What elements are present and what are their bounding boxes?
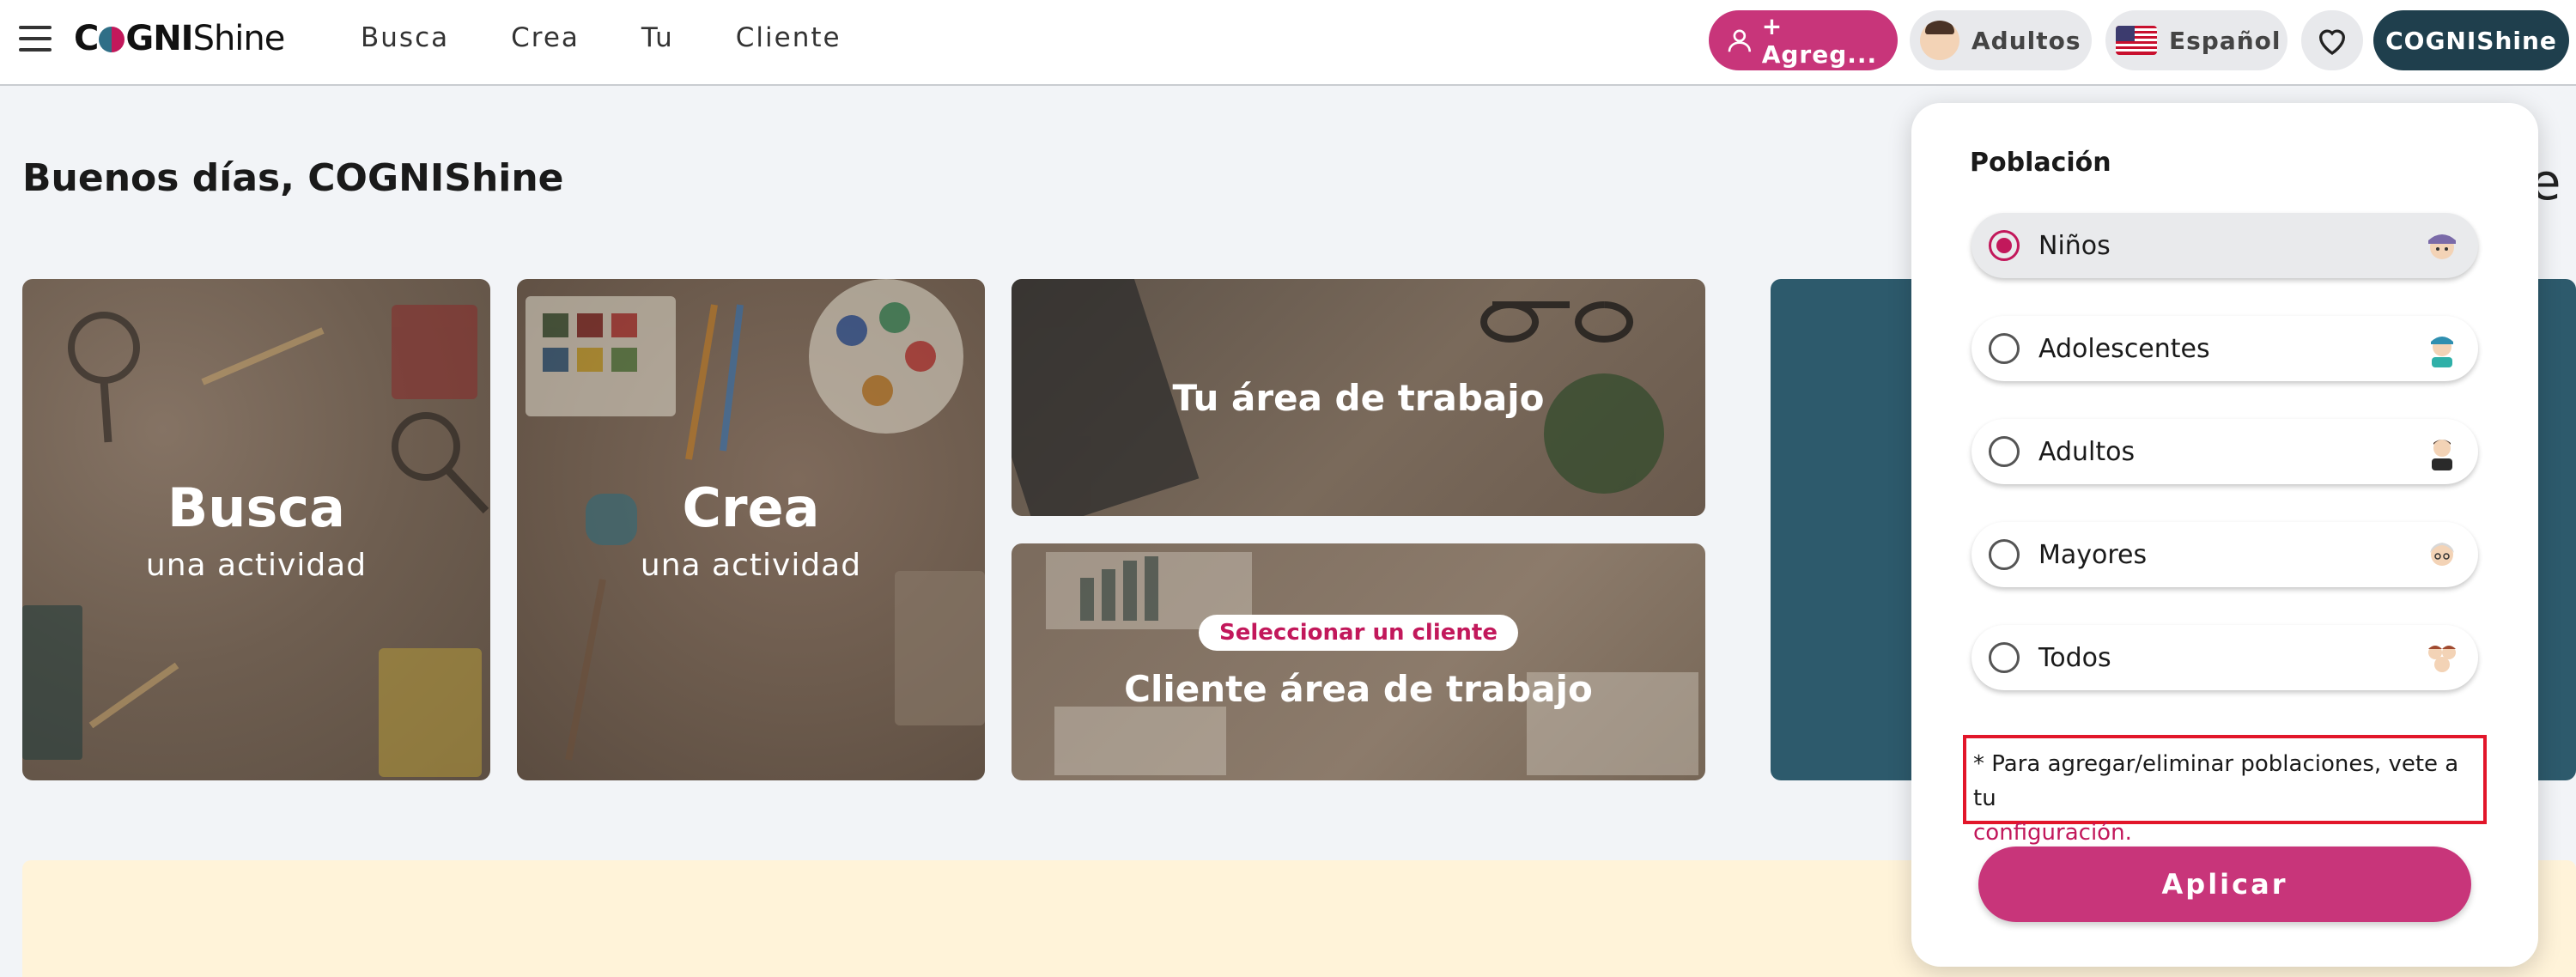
option-label: Mayores: [2038, 539, 2148, 570]
busca-card-title: Busca: [167, 476, 345, 539]
nav-busca[interactable]: Busca: [361, 22, 449, 53]
page-title: Buenos días, COGNIShine: [22, 156, 564, 200]
settings-link[interactable]: configuración.: [1973, 820, 2132, 846]
radio-button[interactable]: [1989, 539, 2020, 570]
adult-avatar-icon: [1920, 21, 1959, 60]
adult-avatar-icon: [2432, 440, 2452, 470]
person-icon: [1728, 29, 1752, 52]
crea-card-title: Crea: [682, 476, 820, 539]
workspace-card-title: Tu área de trabajo: [1172, 376, 1545, 419]
us-flag-icon: [2116, 26, 2157, 55]
option-label: Todos: [2038, 642, 2111, 673]
nav-cliente[interactable]: Cliente: [736, 22, 841, 53]
busca-card-subtitle: una actividad: [145, 548, 368, 583]
popup-title: Población: [1970, 148, 2111, 178]
population-popup: Población Niños Adolescentes Adultos May…: [1911, 103, 2538, 967]
create-activity-card[interactable]: Crea una actividad: [517, 279, 985, 780]
population-option-adolescentes[interactable]: Adolescentes: [1971, 316, 2478, 381]
population-option-ninos[interactable]: Niños: [1971, 213, 2478, 278]
language-selector-button[interactable]: Español: [2105, 10, 2287, 70]
cognishine-logo[interactable]: C GNIShine: [74, 19, 285, 58]
population-option-mayores[interactable]: Mayores: [1971, 522, 2478, 587]
population-settings-note: * Para agregar/eliminar poblaciones, vet…: [1963, 735, 2487, 846]
main-nav: Busca Crea Tu Cliente: [361, 22, 903, 53]
client-card-title: Cliente área de trabajo: [1124, 667, 1593, 710]
favorites-button[interactable]: [2301, 10, 2363, 70]
nav-tu[interactable]: Tu: [641, 22, 674, 53]
note-text: * Para agregar/eliminar poblaciones, vet…: [1973, 751, 2459, 811]
radio-button[interactable]: [1989, 436, 2020, 467]
option-label: Niños: [2038, 230, 2111, 261]
menu-icon[interactable]: [19, 26, 52, 53]
teen-avatar-icon: [2431, 337, 2453, 367]
user-account-button[interactable]: COGNIShine: [2373, 10, 2569, 70]
apply-button[interactable]: Aplicar: [1978, 847, 2471, 922]
heart-icon: [2318, 29, 2346, 55]
senior-avatar-icon: [2430, 543, 2454, 566]
child-avatar-icon: [2428, 234, 2456, 259]
radio-button-selected[interactable]: [1989, 230, 2020, 261]
group-avatar-icon: [2428, 646, 2456, 672]
crea-card-subtitle: una actividad: [640, 548, 862, 583]
population-option-todos[interactable]: Todos: [1971, 625, 2478, 690]
client-workspace-card[interactable]: Seleccionar un cliente Cliente área de t…: [1012, 543, 1705, 780]
logo-circle-icon: [99, 27, 125, 52]
select-client-badge[interactable]: Seleccionar un cliente: [1199, 614, 1518, 651]
option-label: Adultos: [2038, 436, 2136, 467]
top-header: C GNIShine Busca Crea Tu Cliente + Agreg.…: [0, 0, 2576, 86]
radio-button[interactable]: [1989, 333, 2020, 364]
population-selector-button[interactable]: Adultos: [1910, 10, 2092, 70]
workspace-card[interactable]: Tu área de trabajo: [1012, 279, 1705, 516]
nav-crea[interactable]: Crea: [511, 22, 580, 53]
search-activity-card[interactable]: Busca una actividad: [22, 279, 490, 780]
radio-button[interactable]: [1989, 642, 2020, 673]
option-label: Adolescentes: [2038, 333, 2210, 364]
population-option-adultos[interactable]: Adultos: [1971, 419, 2478, 484]
add-client-button[interactable]: + Agreg...: [1709, 10, 1898, 70]
